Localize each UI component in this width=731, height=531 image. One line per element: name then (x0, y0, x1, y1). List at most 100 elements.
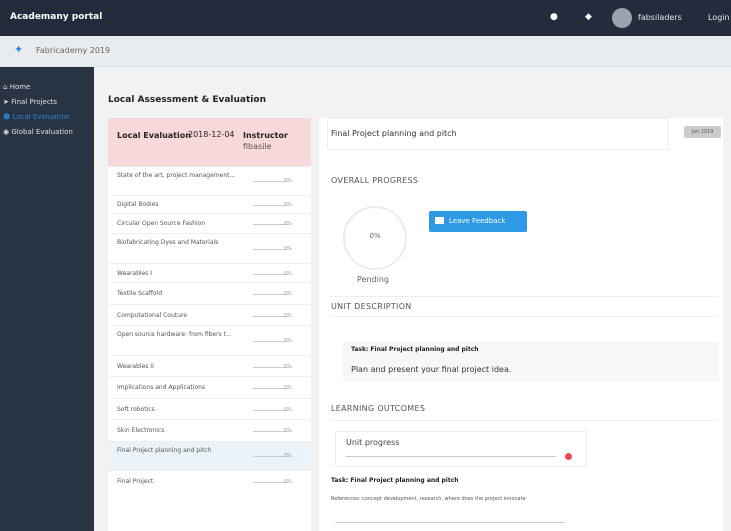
unit-percent: 0% (284, 291, 292, 297)
leave-feedback-button[interactable]: Leave Feedback (429, 211, 527, 232)
unit-name: Biofabricating Dyes and Materials (117, 239, 219, 246)
header-label: Local Evaluation (117, 131, 191, 140)
unit-name: Implications and Applications (117, 384, 206, 391)
sidebar-item-local-evaluation[interactable]: ☻ Local Evaluation (3, 113, 70, 121)
table-header: Local Evaluation 2018-12-04 Instructor f… (108, 118, 311, 166)
table-row[interactable]: Wearables II 0% (108, 355, 311, 377)
home-icon: ⌂ (3, 83, 8, 91)
avatar[interactable] (612, 8, 632, 28)
unit-name: Circular Open Source Fashion (117, 220, 206, 227)
unit-name: Digital Bodies (117, 201, 159, 208)
table-row[interactable]: State of the art, project management... … (108, 166, 311, 196)
unit-title-field: Final Project planning and pitch (327, 118, 669, 150)
login-link[interactable]: Login (708, 13, 730, 22)
header-role: Instructor (243, 131, 288, 140)
unit-progress-box: Unit progress (335, 431, 587, 467)
unit-name: Wearables I (117, 270, 153, 277)
user-menu[interactable]: fabsiladers (638, 13, 682, 22)
sidebar-item-home[interactable]: ⌂ Home (3, 83, 30, 91)
chat-icon[interactable]: ◆ (585, 12, 592, 22)
task-text: Plan and present your final project idea… (351, 365, 512, 374)
unit-progress-label: Unit progress (346, 438, 400, 447)
brand-title[interactable]: Academany portal (10, 12, 102, 22)
unit-date-badge: Jan 2019 (684, 126, 721, 138)
unit-percent: 0% (284, 428, 292, 434)
unit-name: State of the art, project management... (117, 172, 236, 179)
table-row[interactable]: Open source hardware: from fibers t... 0… (108, 325, 311, 356)
page-title: Local Assessment & Evaluation (108, 95, 266, 105)
unit-name: Computational Couture (117, 312, 187, 319)
header-instructor: Instructor fibasile (243, 130, 288, 152)
star-icon[interactable]: ✦ (14, 43, 23, 56)
table-row[interactable]: Wearables I 0% (108, 263, 311, 283)
feedback-button-label: Leave Feedback (449, 217, 506, 225)
sidebar-item-label: Local Evaluation (12, 113, 70, 121)
table-row[interactable]: Textile Scaffold 0% (108, 282, 311, 305)
unit-name: Final Project (117, 478, 154, 485)
unit-description-heading: UNIT DESCRIPTION (331, 302, 412, 311)
outcome-slider-track[interactable] (335, 522, 565, 523)
unit-percent: 0% (284, 453, 292, 459)
progress-ring-value: 0% (369, 232, 381, 240)
unit-percent: 0% (284, 271, 292, 277)
table-row[interactable]: Digital Bodies 0% (108, 195, 311, 214)
task-title-2: Task: Final Project planning and pitch (331, 477, 459, 484)
references-text: References: concept development, researc… (331, 496, 526, 502)
unit-title: Final Project planning and pitch (331, 129, 457, 138)
table-row[interactable]: Skin Electronics 0% (108, 419, 311, 442)
unit-percent: 0% (284, 364, 292, 370)
learning-outcomes-heading: LEARNING OUTCOMES (331, 404, 426, 413)
table-row[interactable]: Biofabricating Dyes and Materials 0% (108, 233, 311, 264)
divider (329, 316, 719, 317)
divider (329, 296, 719, 297)
envelope-icon (435, 217, 444, 224)
task-description-box: Task: Final Project planning and pitch P… (343, 342, 719, 382)
unit-name: Wearables II (117, 363, 154, 370)
unit-percent: 0% (284, 313, 292, 319)
units-table: Local Evaluation 2018-12-04 Instructor f… (108, 118, 311, 531)
sidebar-item-global-evaluation[interactable]: ◉ Global Evaluation (3, 128, 73, 136)
unit-percent: 0% (284, 202, 292, 208)
breadcrumb-text[interactable]: Fabricademy 2019 (36, 46, 110, 55)
unit-progress-slider-handle[interactable] (565, 453, 572, 460)
header-date: 2018-12-04 (188, 130, 235, 139)
unit-name: Skin Electronics (117, 427, 165, 434)
unit-percent: 0% (284, 385, 292, 391)
table-row[interactable]: Final Project planning and pitch 0% (108, 441, 311, 471)
table-row[interactable]: Soft robotics 0% (108, 398, 311, 420)
unit-percent: 0% (284, 479, 292, 485)
sidebar-item-label: Global Evaluation (11, 128, 73, 136)
divider (329, 420, 719, 421)
table-row[interactable]: Circular Open Source Fashion 0% (108, 213, 311, 234)
overall-progress-heading: OVERALL PROGRESS (331, 176, 419, 185)
sidebar: ⌂ Home ➤ Final Projects ☻ Local Evaluati… (0, 67, 94, 531)
status-text: Pending (357, 275, 389, 284)
unit-detail-panel: Final Project planning and pitch Jan 201… (319, 118, 723, 531)
unit-percent: 0% (284, 221, 292, 227)
unit-percent: 0% (284, 246, 292, 252)
main-content: Local Assessment & Evaluation Local Eval… (94, 67, 731, 531)
unit-name: Open source hardware: from fibers t... (117, 331, 232, 338)
sidebar-item-label: Final Projects (11, 98, 58, 106)
header-user: fibasile (243, 142, 272, 151)
table-row[interactable]: Final Project 0% (108, 470, 311, 493)
breadcrumb: ✦ Fabricademy 2019 (0, 36, 731, 67)
unit-percent: 0% (284, 407, 292, 413)
top-navbar: Academany portal ● ◆ fabsiladers Login (0, 0, 731, 36)
sidebar-item-label: Home (9, 83, 31, 91)
table-row[interactable]: Implications and Applications 0% (108, 376, 311, 399)
unit-name: Final Project planning and pitch (117, 447, 212, 454)
progress-ring: 0% (343, 206, 407, 270)
unit-percent: 0% (284, 178, 292, 184)
unit-name: Textile Scaffold (117, 290, 163, 297)
sidebar-item-final-projects[interactable]: ➤ Final Projects (3, 98, 57, 106)
unit-name: Soft robotics (117, 406, 155, 413)
send-icon: ➤ (3, 98, 9, 106)
bell-icon[interactable]: ● (550, 12, 558, 22)
user-icon: ☻ (3, 113, 11, 121)
globe-icon: ◉ (3, 128, 10, 136)
table-row[interactable]: Computational Couture 0% (108, 304, 311, 326)
task-title: Task: Final Project planning and pitch (351, 346, 479, 353)
unit-percent: 0% (284, 338, 292, 344)
unit-progress-track (346, 456, 556, 457)
